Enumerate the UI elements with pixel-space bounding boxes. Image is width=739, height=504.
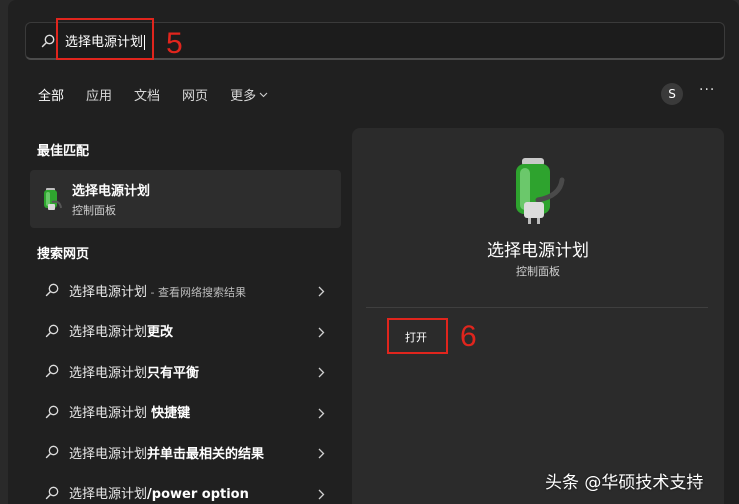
web-result-item[interactable]: 选择电源计划 - 查看网络搜索结果 <box>30 270 341 311</box>
chevron-right-icon <box>318 485 325 504</box>
search-icon <box>44 485 60 501</box>
chevron-right-icon <box>318 444 325 463</box>
search-icon <box>44 444 60 460</box>
avatar[interactable]: S <box>661 83 683 105</box>
best-match-heading: 最佳匹配 <box>37 144 90 159</box>
web-result-item[interactable]: 选择电源计划/power option <box>30 473 341 504</box>
best-match-subtitle: 控制面板 <box>72 204 116 217</box>
chevron-right-icon <box>318 282 325 301</box>
battery-plug-icon <box>42 186 64 212</box>
tab-apps[interactable]: 应用 <box>86 85 112 104</box>
web-result-label: 选择电源计划更改 <box>69 325 174 341</box>
battery-plug-icon <box>508 156 568 226</box>
search-icon <box>44 404 60 420</box>
open-button[interactable]: 打开 <box>390 326 442 348</box>
divider <box>366 307 708 308</box>
search-icon <box>44 323 60 339</box>
search-icon <box>44 363 60 379</box>
web-result-label: 选择电源计划并单击最相关的结果 <box>69 446 265 462</box>
chevron-right-icon <box>318 323 325 342</box>
tab-more-label: 更多 <box>230 89 257 104</box>
web-result-list: 选择电源计划 - 查看网络搜索结果 选择电源计划更改 选择电源计划只有平衡 选择… <box>30 270 341 504</box>
web-result-item[interactable]: 选择电源计划 快捷键 <box>30 392 341 433</box>
web-result-item[interactable]: 选择电源计划更改 <box>30 311 341 352</box>
more-options-icon[interactable]: ··· <box>699 82 715 98</box>
web-result-item[interactable]: 选择电源计划只有平衡 <box>30 351 341 392</box>
search-icon <box>44 282 60 298</box>
preview-subtitle: 控制面板 <box>516 265 560 278</box>
tab-documents[interactable]: 文档 <box>134 85 160 104</box>
annotation-number-6: 6 <box>460 320 477 353</box>
web-result-item[interactable]: 选择电源计划并单击最相关的结果 <box>30 432 341 473</box>
search-box[interactable]: 选择电源计划 <box>25 22 725 60</box>
tab-web[interactable]: 网页 <box>182 85 208 104</box>
chevron-right-icon <box>318 404 325 423</box>
search-input[interactable]: 选择电源计划 <box>65 31 146 50</box>
filter-tabs: 全部 应用 文档 网页 更多 <box>38 85 290 104</box>
web-search-heading: 搜索网页 <box>37 247 90 262</box>
annotation-number-5: 5 <box>166 27 183 60</box>
tab-more[interactable]: 更多 <box>230 85 268 104</box>
best-match-item[interactable]: 选择电源计划 控制面板 <box>30 170 341 228</box>
chevron-down-icon <box>259 87 268 102</box>
tab-all[interactable]: 全部 <box>38 85 64 104</box>
preview-pane: 选择电源计划 控制面板 打开 <box>352 128 724 504</box>
best-match-title: 选择电源计划 <box>72 184 151 199</box>
watermark: 头条 @华硕技术支持 <box>545 473 704 493</box>
search-icon <box>40 33 56 49</box>
preview-title: 选择电源计划 <box>487 241 589 261</box>
text-caret <box>144 35 146 50</box>
web-result-label: 选择电源计划/power option <box>69 487 249 503</box>
chevron-right-icon <box>318 363 325 382</box>
web-result-label: 选择电源计划 快捷键 <box>69 406 191 422</box>
web-result-label: 选择电源计划只有平衡 <box>69 365 200 381</box>
web-result-label: 选择电源计划 - 查看网络搜索结果 <box>69 284 246 300</box>
